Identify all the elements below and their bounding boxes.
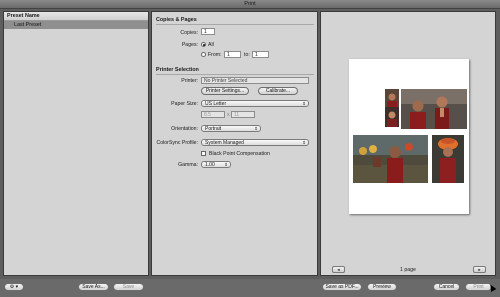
photo-layout xyxy=(353,89,467,183)
pages-to-label: to: xyxy=(244,52,250,58)
orientation-popup[interactable]: Portrait ⇕ xyxy=(201,125,261,132)
page-preview xyxy=(349,59,469,214)
divider xyxy=(156,74,314,75)
page-count: 1 page xyxy=(400,267,416,273)
cancel-button[interactable]: Cancel xyxy=(433,283,460,291)
pages-to-field[interactable]: 1 xyxy=(252,51,269,58)
photo-thumbnail xyxy=(385,89,399,127)
copies-pages-heading: Copies & Pages xyxy=(156,17,197,23)
pages-all-radio[interactable] xyxy=(201,42,206,47)
photo-group-scene xyxy=(353,135,428,183)
preset-column-header: Preset Name xyxy=(4,12,148,21)
paper-height-field: 11 xyxy=(231,111,255,118)
copies-field[interactable]: 1 xyxy=(201,28,215,35)
gamma-stepper[interactable]: 1.00 ⇕ xyxy=(201,161,231,168)
paper-by-symbol: x xyxy=(227,112,230,118)
gamma-label: Gamma: xyxy=(178,162,198,168)
black-point-checkbox[interactable] xyxy=(201,151,206,156)
next-page-button[interactable]: ▸ xyxy=(473,266,486,273)
pages-from-radio[interactable] xyxy=(201,52,206,57)
save-button[interactable]: Save xyxy=(113,283,144,291)
save-as-button[interactable]: Save As... xyxy=(78,283,109,291)
copies-label: Copies: xyxy=(180,30,198,36)
preset-panel: Preset Name Last Preset xyxy=(3,11,149,276)
black-point-label: Black Point Compensation xyxy=(209,151,270,157)
orientation-value: Portrait xyxy=(205,126,222,132)
title-bar: Print xyxy=(0,0,500,9)
pages-label: Pages: xyxy=(181,42,198,48)
previous-page-button[interactable]: ◂ xyxy=(332,266,345,273)
paper-width-field: 8.5 xyxy=(201,111,225,118)
preview-button[interactable]: Preview xyxy=(367,283,397,291)
arrow-left-icon: ◂ xyxy=(337,267,340,272)
arrow-right-icon: ▸ xyxy=(478,267,481,272)
pages-from-field[interactable]: 1 xyxy=(224,51,241,58)
printer-field: No Printer Selected xyxy=(201,77,309,84)
chevron-updown-icon: ⇕ xyxy=(302,140,306,145)
pages-from-label: From: xyxy=(208,52,222,58)
colorsync-value: System Managed xyxy=(205,140,244,146)
settings-panel: Copies & Pages Copies: 1 Pages: All From… xyxy=(151,11,318,276)
preset-action-button[interactable]: ⚙ ▾ xyxy=(4,283,24,291)
preset-item-last-preset[interactable]: Last Preset xyxy=(4,21,148,29)
gamma-value: 1.00 xyxy=(205,162,215,168)
chevron-updown-icon: ⇕ xyxy=(254,126,258,131)
chevron-updown-icon: ⇕ xyxy=(302,101,306,106)
photo-boy-praying xyxy=(401,89,467,129)
paper-size-popup[interactable]: US Letter ⇕ xyxy=(201,100,309,107)
calibrate-button[interactable]: Calibrate... xyxy=(258,87,298,95)
printer-settings-button[interactable]: Printer Settings... xyxy=(201,87,249,95)
chevron-updown-icon: ⇕ xyxy=(224,162,228,167)
bottom-bar: ⚙ ▾ Save As... Save Save as PDF... Previ… xyxy=(0,279,500,297)
paper-size-label: Paper Size: xyxy=(171,101,198,107)
pages-all-label: All xyxy=(208,42,214,48)
divider xyxy=(156,24,314,25)
window-title: Print xyxy=(244,1,256,7)
gear-icon: ⚙ ▾ xyxy=(9,284,19,290)
printer-label: Printer: xyxy=(181,78,198,84)
photo-orange-hat xyxy=(432,135,464,183)
paper-size-value: US Letter xyxy=(205,101,227,107)
printer-selection-heading: Printer Selection xyxy=(156,67,199,73)
colorsync-popup[interactable]: System Managed ⇕ xyxy=(201,139,309,146)
print-window: Print Preset Name Last Preset Copies & P… xyxy=(0,0,500,297)
orientation-label: Orientation: xyxy=(171,126,198,132)
save-as-pdf-button[interactable]: Save as PDF... xyxy=(322,283,362,291)
preview-panel: ◂ 1 page ▸ xyxy=(320,11,496,276)
colorsync-label: ColorSync Profile: xyxy=(156,140,198,146)
